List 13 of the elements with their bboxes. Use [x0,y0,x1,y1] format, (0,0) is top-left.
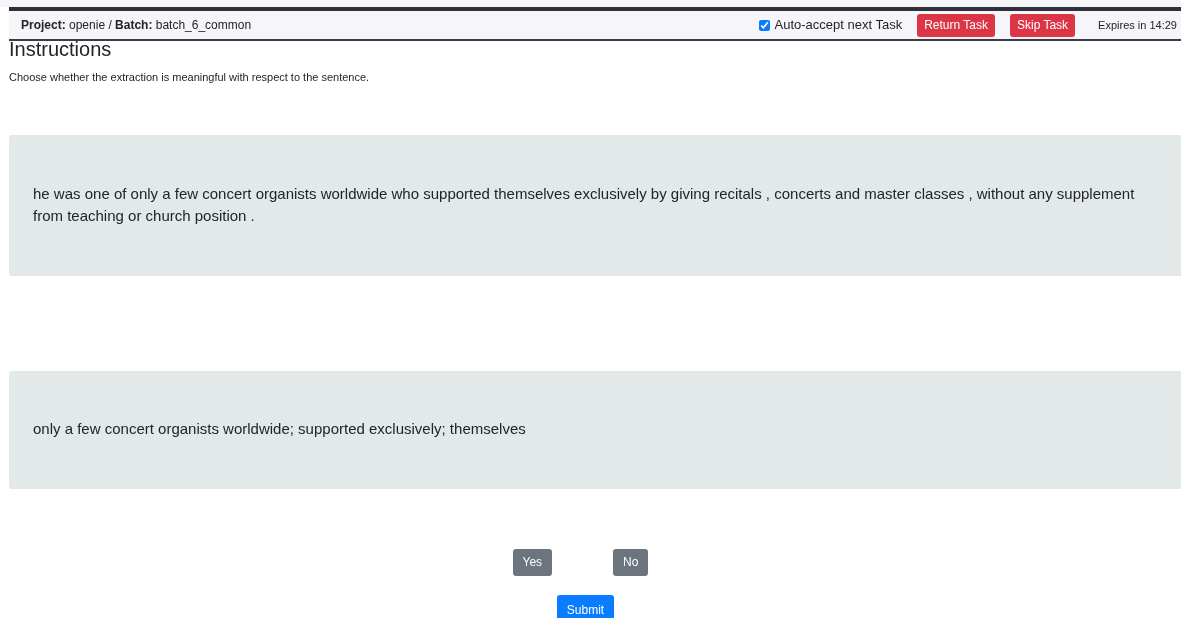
extraction-text: only a few concert organists worldwide; supported exclusively; themselves [33,419,526,440]
expiry-timer: Expires in 14:29 [1098,17,1177,33]
sentence-text: he was one of only a few concert organists worldwide who supported themselves exclusively by giving recitals , concerts and master classes , without any supplement from teaching or church position . [33,184,1136,226]
auto-accept-checkbox[interactable] [759,19,771,31]
instructions-text: Choose whether the extraction is meaningful with respect to the sentence. [9,70,371,85]
task-button[interactable]: Skip Task [1009,13,1076,37]
instructions-heading: Instructions [9,39,113,59]
auto-accept-label[interactable]: Auto-accept next Task [774,15,903,35]
answer-button[interactable]: Yes [512,548,553,576]
submit-button[interactable]: Submit [556,594,615,618]
project-batch-label: Project: openie / Batch: batch_6_common [21,17,252,34]
task-button[interactable]: Return Task [917,13,995,37]
answer-button[interactable]: No [613,548,649,576]
